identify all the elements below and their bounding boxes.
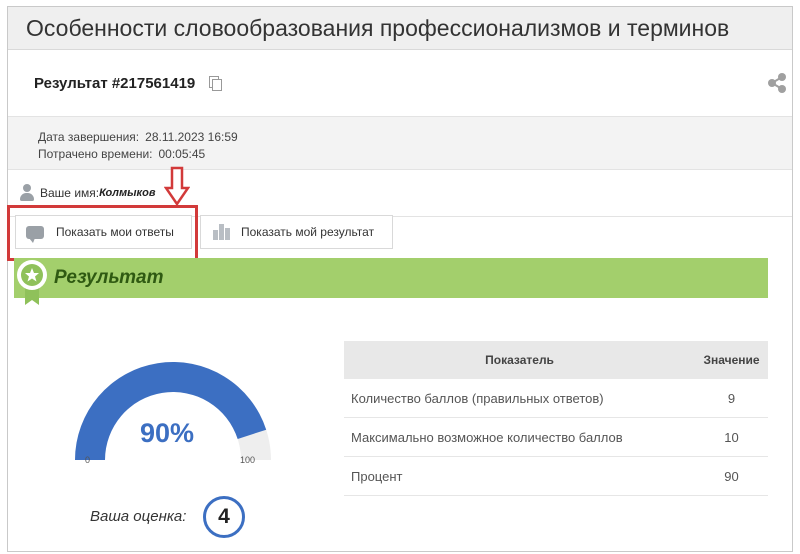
table-row: Процент 90 (344, 456, 768, 496)
bar-chart-icon (213, 224, 231, 240)
table-header-row: Показатель Значение (344, 341, 768, 379)
result-title: Результат #217561419 (34, 74, 196, 92)
row-name: Количество баллов (правильных ответов) (344, 379, 696, 418)
show-my-answers-button[interactable]: Показать мои ответы (15, 215, 192, 249)
grade-value: 4 (203, 496, 245, 538)
speech-bubble-icon (26, 225, 44, 243)
time-spent-value: 00:05:45 (158, 147, 206, 161)
gauge-max-label: 100 (240, 455, 256, 465)
gauge-percent: 90% (140, 418, 195, 448)
gauge-min-label: 0 (85, 455, 91, 465)
time-spent-label: Потрачено времени: (38, 147, 153, 161)
table-row: Количество баллов (правильных ответов) 9 (344, 379, 768, 418)
result-banner: Результат (14, 258, 768, 305)
show-my-answers-label: Показать мои ответы (56, 225, 174, 239)
show-my-result-button[interactable]: Показать мой результат (200, 215, 393, 249)
share-icon[interactable] (766, 72, 788, 94)
page-title: Особенности словообразования профессиона… (26, 14, 730, 41)
time-spent-row: Потрачено времени: 00:05:45 (38, 146, 792, 163)
row-value: 90 (695, 456, 768, 496)
results-table: Показатель Значение Количество баллов (п… (344, 341, 768, 496)
grade-label: Ваша оценка: (90, 508, 187, 525)
row-name: Процент (344, 456, 696, 496)
completion-date-row: Дата завершения: 28.11.2023 16:59 (38, 129, 792, 146)
completion-date-value: 28.11.2023 16:59 (145, 130, 238, 144)
column-header-value: Значение (695, 341, 768, 379)
completion-date-label: Дата завершения: (38, 130, 140, 144)
result-header: Результат #217561419 (8, 50, 792, 117)
show-my-result-label: Показать мой результат (241, 225, 375, 239)
result-banner-label: Результат (54, 267, 164, 288)
title-bar: Особенности словообразования профессиона… (8, 7, 792, 50)
user-name-value: Колмыков (99, 187, 156, 199)
row-value: 9 (695, 379, 768, 418)
user-name-label: Ваше имя: (40, 186, 100, 200)
annotation-arrow-icon (164, 166, 190, 206)
user-icon (20, 184, 34, 202)
copy-icon[interactable] (209, 76, 223, 91)
table-row: Максимально возможное количество баллов … (344, 417, 768, 457)
row-value: 10 (695, 417, 768, 457)
award-badge-icon (17, 260, 47, 305)
row-name: Максимально возможное количество баллов (344, 417, 696, 457)
column-header-indicator: Показатель (344, 341, 696, 379)
result-meta: Дата завершения: 28.11.2023 16:59 Потраче… (8, 117, 792, 170)
